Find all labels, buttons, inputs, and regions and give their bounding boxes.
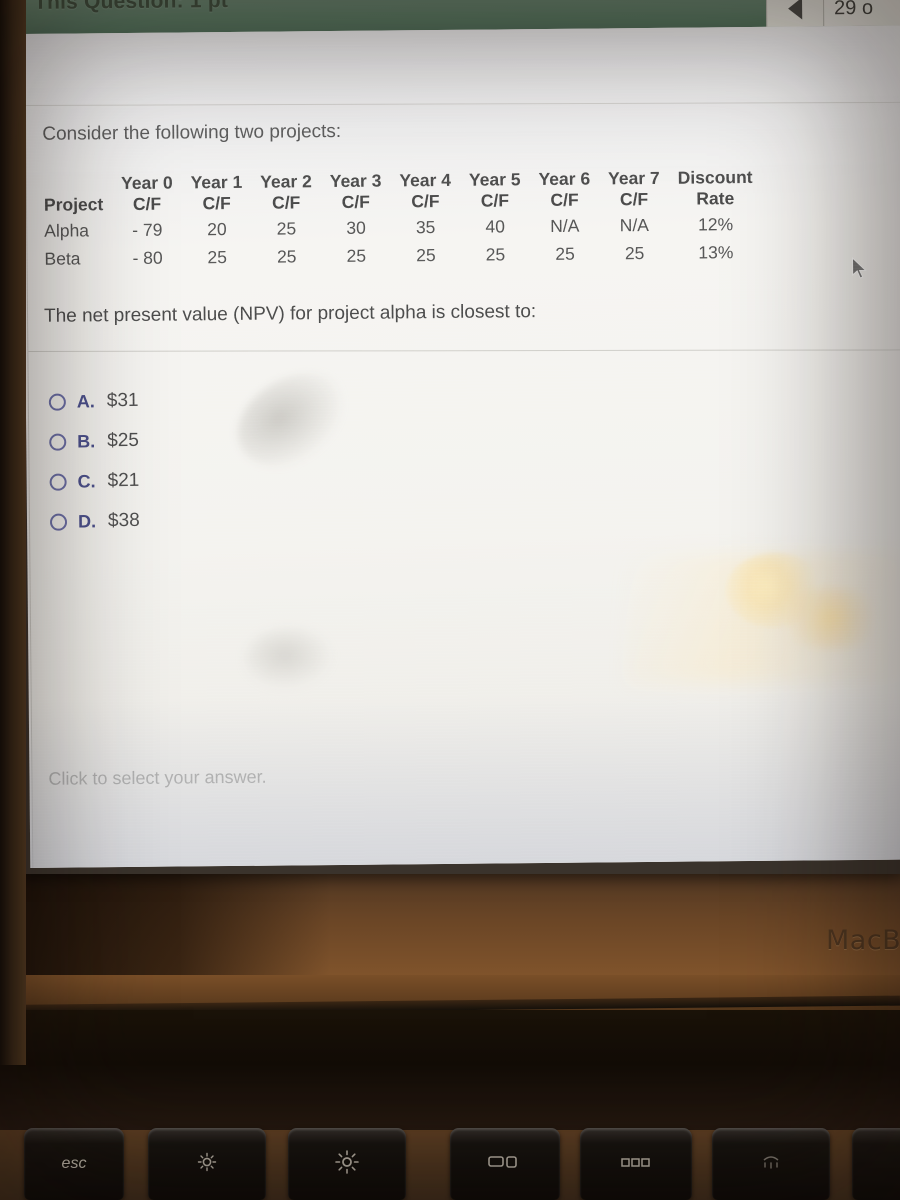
screen-left-edge <box>0 0 26 1065</box>
divider-below-question <box>28 349 900 352</box>
cell-alpha-year4: 35 <box>415 217 436 238</box>
answer-option-d[interactable]: D. $38 <box>49 501 140 542</box>
option-letter: C. <box>77 470 96 491</box>
brightness-down-icon <box>197 1152 217 1176</box>
cell-beta-year0: - 80 <box>132 247 163 268</box>
cell-beta-year3: 25 <box>346 245 367 266</box>
row-label-alpha: Alpha <box>44 220 90 241</box>
option-letter: B. <box>77 430 96 451</box>
question-points-label: This Question: 1 pt <box>33 0 229 14</box>
cell-alpha-year1: 20 <box>207 219 227 240</box>
macbook-wordmark: MacB <box>826 925 900 956</box>
cell-beta-discount-rate: 13% <box>698 242 734 263</box>
cell-alpha-year3: 30 <box>346 217 366 238</box>
photo-scene: MacB This Question: 1 pt 29 o Consider t… <box>0 0 900 1200</box>
key-mission-control[interactable] <box>450 1128 560 1200</box>
table-row: Beta - 80 25 25 25 25 25 25 25 13% <box>41 238 762 273</box>
launchpad-icon <box>621 1156 651 1173</box>
option-letter: A. <box>76 390 95 411</box>
option-letter: D. <box>77 510 97 531</box>
cell-beta-year7: 25 <box>624 243 645 264</box>
keyboard-backlight-icon <box>760 1154 782 1174</box>
key-blank[interactable] <box>852 1128 900 1200</box>
cell-alpha-year6: N/A <box>550 215 580 236</box>
cell-alpha-year7: N/A <box>619 214 650 236</box>
left-triangle-icon <box>788 0 803 20</box>
column-header-year3: Year 3 C/F <box>329 170 382 212</box>
radio-button-icon[interactable] <box>49 473 67 491</box>
question-prompt: Consider the following two projects: <box>42 120 342 145</box>
cell-alpha-year2: 25 <box>276 218 297 239</box>
question-counter: 29 o <box>822 0 900 27</box>
divider-top <box>26 101 900 106</box>
key-esc[interactable]: esc <box>24 1128 124 1200</box>
cell-alpha-year5: 40 <box>485 216 506 237</box>
laptop-base <box>0 1010 900 1130</box>
cell-beta-year6: 25 <box>555 243 575 264</box>
key-brightness-up[interactable] <box>288 1128 406 1200</box>
answer-option-a[interactable]: A. $31 <box>48 381 139 422</box>
key-keyboard-backlight[interactable] <box>712 1128 830 1200</box>
question-text: The net present value (NPV) for project … <box>43 301 537 327</box>
option-text: $25 <box>107 429 140 452</box>
key-launchpad[interactable] <box>580 1128 692 1200</box>
option-text: $38 <box>107 509 140 532</box>
column-header-year0: Year 0 C/F <box>120 172 173 214</box>
column-header-year4: Year 4 C/F <box>399 169 452 212</box>
select-answer-hint: Click to select your answer. <box>48 766 267 789</box>
cell-beta-year2: 25 <box>276 246 297 267</box>
previous-question-button[interactable] <box>765 0 824 27</box>
column-header-discount-rate: Discount Rate <box>677 166 753 209</box>
cash-flow-table: Project Year 0 C/F Year 1 C/F Year 2 C/F… <box>41 167 763 273</box>
answer-option-c[interactable]: C. $21 <box>49 461 139 502</box>
column-header-year6: Year 6 C/F <box>538 168 591 210</box>
cell-beta-year1: 25 <box>207 247 227 268</box>
keyboard-row: esc <box>0 1128 900 1200</box>
laptop-screen: This Question: 1 pt 29 o Consider the fo… <box>22 0 900 868</box>
column-header-year7: Year 7 C/F <box>608 167 660 210</box>
column-header-year2: Year 2 C/F <box>260 171 312 213</box>
mouse-cursor-icon <box>852 256 870 281</box>
brightness-up-icon <box>335 1150 359 1178</box>
option-text: $31 <box>106 389 139 412</box>
answer-option-b[interactable]: B. $25 <box>49 421 139 462</box>
table-header-row: Project Year 0 C/F Year 1 C/F Year 2 C/F… <box>41 167 762 217</box>
column-header-project: Project <box>43 194 104 215</box>
answer-options: A. $31 B. $25 C. $21 D. $38 <box>48 381 140 542</box>
cell-alpha-year0: - 79 <box>132 219 163 240</box>
question-nav-group: 29 o <box>765 0 900 27</box>
radio-button-icon[interactable] <box>49 513 68 531</box>
mission-control-icon <box>488 1154 522 1174</box>
cell-beta-year5: 25 <box>485 244 506 265</box>
row-label-beta: Beta <box>44 248 81 269</box>
option-text: $21 <box>107 469 140 492</box>
column-header-year5: Year 5 C/F <box>468 169 521 211</box>
column-header-year1: Year 1 C/F <box>190 171 243 214</box>
radio-button-icon[interactable] <box>48 393 66 411</box>
key-brightness-down[interactable] <box>148 1128 266 1200</box>
cell-alpha-discount-rate: 12% <box>697 214 734 235</box>
radio-button-icon[interactable] <box>49 433 67 451</box>
question-page: Consider the following two projects: Pro… <box>24 25 900 868</box>
cell-beta-year4: 25 <box>416 245 436 266</box>
